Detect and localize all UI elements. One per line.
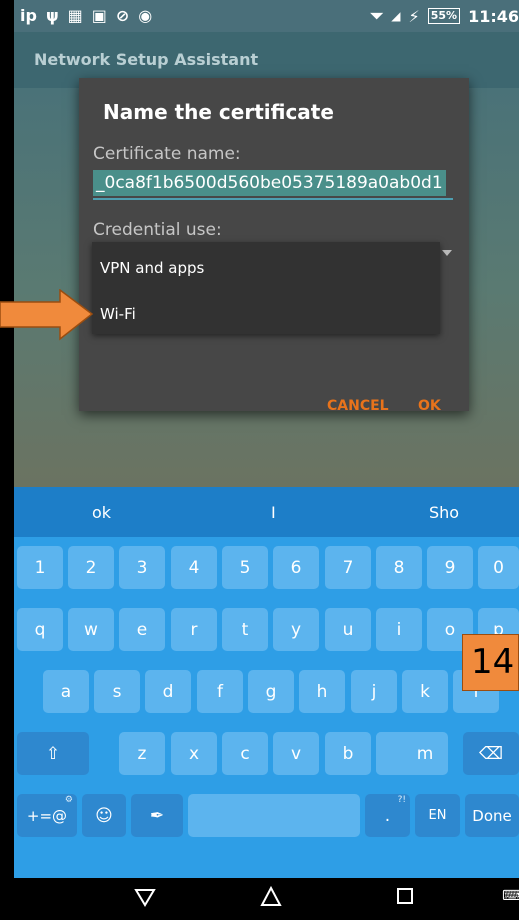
key-6[interactable]: 6: [273, 546, 319, 589]
app-title: Network Setup Assistant: [34, 50, 259, 69]
gallery-icon: ▣: [91, 6, 107, 25]
keyboard-switch-icon[interactable]: ⌨: [502, 888, 519, 904]
key-9[interactable]: 9: [427, 546, 473, 589]
credential-use-dropdown: VPN and apps Wi-Fi: [92, 242, 440, 334]
sync-off-icon: ⊘: [115, 6, 130, 25]
status-icons-left: ip ψ ▦ ▣ ⊘ ◉: [20, 6, 152, 25]
block-icon: ◉: [138, 6, 153, 25]
ok-button[interactable]: OK: [418, 398, 441, 414]
suggestion-bar: ok I Sho: [14, 487, 519, 537]
done-key[interactable]: Done: [465, 794, 519, 837]
battery-indicator: 55%: [427, 8, 461, 24]
key-w[interactable]: w: [68, 608, 114, 651]
annotation-step-badge: 14: [462, 634, 519, 691]
shift-key[interactable]: ⇧: [17, 732, 89, 775]
shift-icon: ⇧: [45, 743, 61, 764]
key-z[interactable]: z: [119, 732, 165, 775]
charging-icon: ⚡: [408, 6, 420, 26]
dropdown-option-wifi[interactable]: Wi-Fi: [100, 305, 136, 323]
key-8[interactable]: 8: [376, 546, 422, 589]
period-key[interactable]: . ?!: [365, 794, 410, 837]
period-label: .: [384, 805, 391, 826]
key-f[interactable]: f: [197, 670, 243, 713]
symbols-key[interactable]: +=@ ⚙: [17, 794, 77, 837]
suggestion-ok[interactable]: ok: [92, 503, 111, 522]
back-icon[interactable]: [134, 886, 156, 908]
certificate-name-label: Certificate name:: [93, 144, 241, 164]
dropdown-option-vpn-and-apps[interactable]: VPN and apps: [100, 259, 204, 277]
key-q[interactable]: q: [17, 608, 63, 651]
key-a[interactable]: a: [43, 670, 89, 713]
key-0[interactable]: 0: [478, 546, 519, 589]
period-sub-label: ?!: [397, 795, 406, 805]
ip-indicator: ip: [20, 6, 37, 25]
certificate-name-value: _0ca8f1b6500d560be05375189a0ab0d1: [93, 170, 446, 196]
key-h[interactable]: h: [299, 670, 345, 713]
key-2[interactable]: 2: [68, 546, 114, 589]
key-x[interactable]: x: [171, 732, 217, 775]
signal-icon: ◢: [391, 9, 401, 23]
emoji-key[interactable]: ☺: [82, 794, 126, 837]
key-i[interactable]: i: [376, 608, 422, 651]
key-g[interactable]: g: [248, 670, 294, 713]
language-key[interactable]: EN: [415, 794, 460, 837]
navigation-bar: ⌨: [14, 878, 519, 920]
key-y[interactable]: y: [273, 608, 319, 651]
credential-use-label: Credential use:: [93, 220, 222, 240]
backspace-icon: ⌫: [478, 743, 504, 764]
key-4[interactable]: 4: [171, 546, 217, 589]
suggestion-i[interactable]: I: [271, 503, 276, 522]
suggestion-sho[interactable]: Sho: [429, 503, 459, 522]
key-u[interactable]: u: [325, 608, 371, 651]
status-bar: ip ψ ▦ ▣ ⊘ ◉ ⏷ ◢ ⚡ 55% 11:46: [14, 0, 519, 32]
status-icons-right: ⏷ ◢ ⚡ 55% 11:46: [370, 6, 519, 26]
key-r[interactable]: r: [171, 608, 217, 651]
on-screen-keyboard: ok I Sho 1 2 3 4 5 6 7 8 9 0 q w e r t y…: [14, 487, 519, 878]
home-icon[interactable]: [260, 886, 282, 908]
key-k[interactable]: k: [402, 670, 448, 713]
space-key[interactable]: [188, 794, 360, 837]
cancel-button[interactable]: CANCEL: [327, 398, 389, 414]
wifi-icon: ⏷: [370, 6, 384, 25]
key-j[interactable]: j: [351, 670, 397, 713]
recents-icon[interactable]: [395, 886, 415, 906]
key-3[interactable]: 3: [119, 546, 165, 589]
annotation-arrow-icon: [0, 289, 94, 341]
settings-gear-icon: ⚙: [64, 795, 73, 805]
key-m[interactable]: m: [402, 732, 448, 775]
key-c[interactable]: c: [222, 732, 268, 775]
calendar-icon: ▦: [67, 6, 83, 25]
dialog-title: Name the certificate: [103, 100, 334, 124]
key-7[interactable]: 7: [325, 546, 371, 589]
key-d[interactable]: d: [145, 670, 191, 713]
key-v[interactable]: v: [273, 732, 319, 775]
certificate-name-input[interactable]: _0ca8f1b6500d560be05375189a0ab0d1: [93, 170, 453, 200]
key-5[interactable]: 5: [222, 546, 268, 589]
symbols-label: +=@: [26, 806, 68, 825]
backspace-key[interactable]: ⌫: [463, 732, 519, 775]
handwriting-key[interactable]: ✒: [131, 794, 183, 837]
clock: 11:46: [468, 6, 519, 26]
key-t[interactable]: t: [222, 608, 268, 651]
usb-icon: ψ: [45, 6, 59, 25]
pen-icon: ✒: [149, 805, 165, 826]
dropdown-arrow-icon[interactable]: [442, 250, 452, 256]
name-certificate-dialog: Name the certificate Certificate name: _…: [79, 78, 469, 411]
key-e[interactable]: e: [119, 608, 165, 651]
key-b[interactable]: b: [325, 732, 371, 775]
key-s[interactable]: s: [94, 670, 140, 713]
key-1[interactable]: 1: [17, 546, 63, 589]
emoji-icon: ☺: [95, 805, 113, 826]
